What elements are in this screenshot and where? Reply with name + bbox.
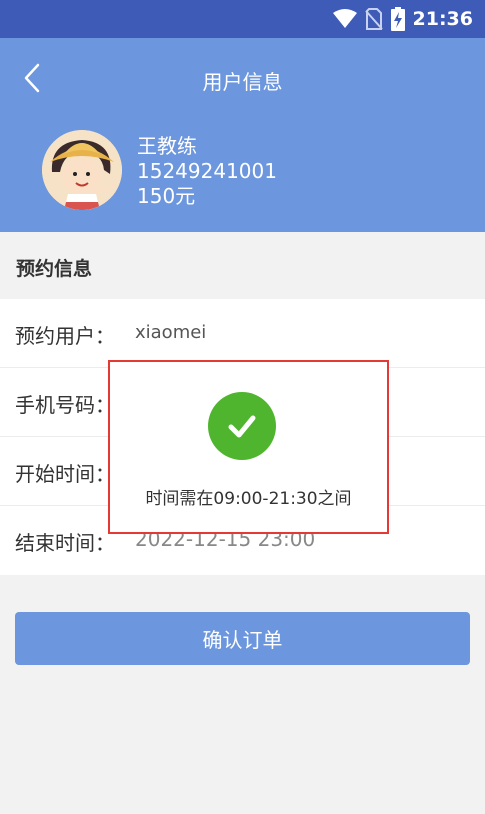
toast-dialog: 时间需在09:00-21:30之间 bbox=[108, 360, 389, 534]
user-balance: 150元 bbox=[137, 184, 196, 208]
user-info: 王教练 15249241001 150元 bbox=[137, 134, 277, 209]
row-label: 开始时间： bbox=[15, 462, 115, 486]
wifi-icon bbox=[332, 9, 357, 28]
avatar bbox=[42, 130, 122, 210]
checkmark-icon bbox=[208, 392, 276, 460]
booking-user-row: 预约用户： xiaomei bbox=[0, 299, 485, 368]
page-title: 用户信息 bbox=[202, 70, 283, 94]
profile-header: 用户信息 王教练 15249241001 150元 bbox=[0, 38, 485, 232]
status-icons: 21:36 bbox=[332, 7, 473, 31]
section-title-text: 预约信息 bbox=[16, 258, 93, 280]
toast-message: 时间需在09:00-21:30之间 bbox=[145, 489, 352, 509]
booking-user-value: xiaomei bbox=[135, 322, 207, 343]
status-time: 21:36 bbox=[412, 8, 473, 30]
confirm-order-button[interactable]: 确认订单 bbox=[15, 612, 470, 665]
no-sim-icon bbox=[364, 8, 383, 30]
user-phone: 15249241001 bbox=[137, 159, 277, 183]
row-label: 手机号码： bbox=[15, 393, 115, 417]
row-label: 预约用户： bbox=[15, 324, 115, 348]
row-label: 结束时间： bbox=[15, 531, 115, 555]
status-bar: 21:36 bbox=[0, 0, 485, 38]
user-name: 王教练 bbox=[137, 134, 197, 158]
section-title: 预约信息 bbox=[0, 232, 485, 299]
battery-charging-icon bbox=[390, 7, 405, 31]
